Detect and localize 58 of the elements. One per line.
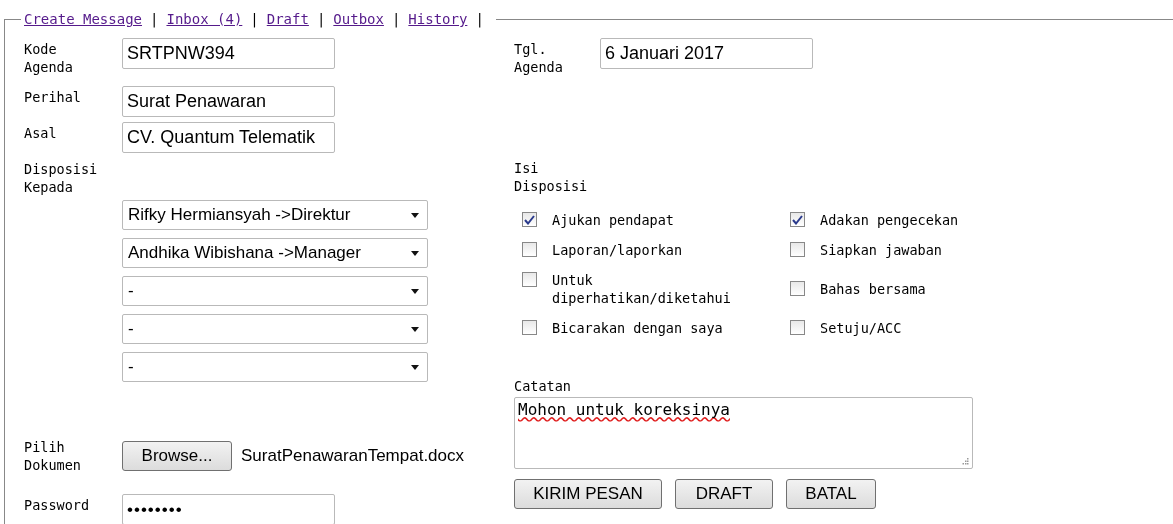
notes-text: Mohon untuk koreksinya	[518, 400, 730, 419]
checkbox-label: Adakan pengecekan	[820, 211, 960, 229]
nav-link[interactable]: History	[408, 10, 468, 28]
dropdown[interactable]: -	[122, 352, 428, 382]
nav-separator: |	[250, 10, 259, 28]
checkbox[interactable]	[522, 212, 537, 227]
checkbox[interactable]	[790, 320, 805, 335]
notes-field[interactable]: Mohon untuk koreksinya	[514, 397, 973, 469]
checkbox-label: Ajukan pendapat	[552, 211, 675, 229]
checkbox-label: Setuju/ACC	[820, 319, 903, 337]
action-button[interactable]: KIRIM PESAN	[514, 479, 662, 509]
field-label: Isi Disposisi	[514, 159, 589, 195]
checkbox[interactable]	[522, 242, 537, 257]
checkbox-label: Siapkan jawaban	[820, 241, 943, 259]
dropdown[interactable]: -	[122, 276, 428, 306]
dropdown[interactable]: Rifky Hermiansyah ->Direktur	[122, 200, 428, 230]
dropdown[interactable]: -	[122, 314, 428, 344]
password-field[interactable]: ••••••••	[122, 494, 335, 524]
checkbox[interactable]	[790, 281, 805, 296]
checkbox-label: Bahas bersama	[820, 280, 927, 298]
field-label: Perihal	[24, 88, 82, 106]
caret-icon	[411, 364, 419, 370]
nav-separator: |	[391, 10, 401, 28]
field-label: Pilih Dokumen	[24, 438, 82, 474]
resize-grip-icon	[962, 458, 969, 465]
nav-link[interactable]: Create Message	[24, 10, 142, 28]
checkbox-label: Untuk diperhatikan/diketahui	[552, 271, 732, 307]
checkbox[interactable]	[790, 242, 805, 257]
browse-button[interactable]: Browse...	[122, 441, 232, 471]
text-field[interactable]: Surat Penawaran	[122, 86, 335, 117]
checkbox-label: Laporan/laporkan	[552, 241, 684, 259]
nav-separator: |	[316, 10, 326, 28]
field-label: Disposisi Kepada	[24, 160, 99, 196]
checkbox-label: Bicarakan dengan saya	[552, 319, 724, 337]
caret-icon	[411, 288, 419, 294]
caret-icon	[411, 212, 419, 218]
action-button[interactable]: DRAFT	[675, 479, 773, 509]
checkbox[interactable]	[522, 320, 537, 335]
nav-separator: |	[475, 10, 484, 28]
nav-separator: |	[150, 10, 159, 28]
checkbox[interactable]	[790, 212, 805, 227]
file-name: SuratPenawaranTempat.docx	[241, 446, 465, 466]
field-label: Catatan	[514, 377, 572, 395]
nav-link[interactable]: Outbox	[333, 10, 384, 28]
field-label: Kode Agenda	[24, 40, 74, 76]
caret-icon	[411, 326, 419, 332]
field-label: Asal	[24, 124, 58, 142]
dropdown[interactable]: Andhika Wibishana ->Manager	[122, 238, 428, 268]
text-field[interactable]: CV. Quantum Telematik	[122, 122, 335, 153]
field-label: Tgl. Agenda	[514, 40, 564, 76]
caret-icon	[411, 250, 419, 256]
date-field[interactable]: 6 Januari 2017	[600, 38, 813, 69]
text-field[interactable]: SRTPNW394	[122, 38, 335, 69]
nav-link[interactable]: Inbox (4)	[166, 10, 243, 28]
field-label: Password	[24, 496, 91, 514]
action-button[interactable]: BATAL	[786, 479, 876, 509]
nav-link[interactable]: Draft	[266, 10, 309, 28]
checkbox[interactable]	[522, 272, 537, 287]
